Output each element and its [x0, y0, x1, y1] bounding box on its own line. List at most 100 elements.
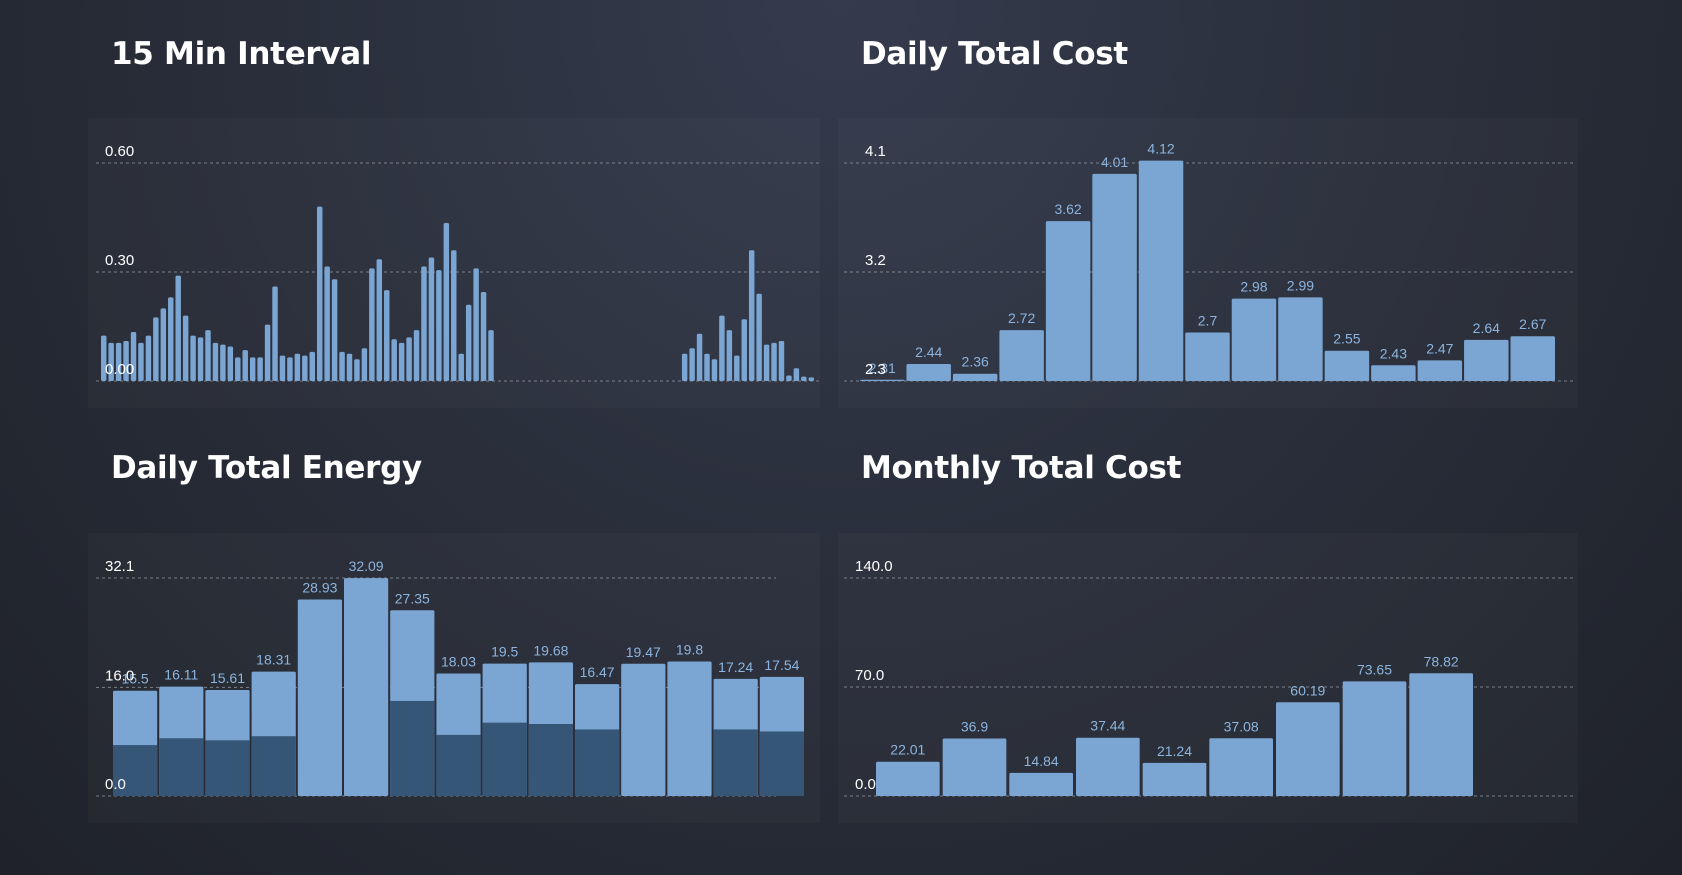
- bar-segment-dark: [528, 724, 573, 796]
- bar: [719, 315, 725, 381]
- bar-segment-dark: [251, 736, 296, 796]
- bar: [294, 353, 301, 381]
- data-label: 19.5: [491, 644, 518, 660]
- bar: [257, 357, 263, 381]
- bar: [1371, 365, 1416, 381]
- panel-title: Daily Total Cost: [861, 36, 1128, 72]
- y-tick-label: 0.60: [105, 143, 134, 160]
- data-label: 37.44: [1090, 718, 1125, 734]
- data-label: 16.11: [164, 667, 198, 683]
- bar-segment-dark: [575, 729, 620, 796]
- bar: [212, 342, 219, 381]
- bar: [1417, 360, 1463, 381]
- bar: [711, 359, 718, 381]
- bar: [793, 368, 800, 381]
- bar: [309, 351, 315, 381]
- bar: [168, 297, 174, 381]
- bar: [384, 290, 390, 381]
- bar: [480, 291, 487, 381]
- y-tick-label: 140.0: [855, 558, 893, 575]
- bar: [465, 304, 472, 381]
- bar: [1142, 762, 1207, 796]
- data-label: 2.72: [1008, 310, 1035, 326]
- daily-cost-chart: 2.312.442.362.723.624.014.122.72.98 2.992…: [844, 141, 1574, 382]
- bar-segment-dark: [759, 731, 804, 796]
- data-label: 2.99: [1287, 277, 1314, 293]
- bar: [428, 257, 435, 381]
- bar: [297, 599, 342, 796]
- y-tick-label: 70.0: [855, 667, 884, 684]
- bar: [287, 357, 293, 381]
- bar-segment-dark: [713, 729, 758, 796]
- bar: [160, 308, 167, 381]
- bar: [138, 342, 144, 381]
- bar-segment-dark: [205, 740, 250, 796]
- bar: [182, 315, 189, 381]
- bar: [197, 337, 204, 381]
- bar: [801, 376, 807, 381]
- bar: [235, 357, 241, 381]
- bar: [1464, 339, 1509, 381]
- y-tick-label: 3.2: [865, 252, 886, 269]
- bar: [741, 319, 747, 381]
- bar: [1409, 673, 1473, 796]
- data-label: 22.01: [890, 742, 925, 758]
- data-label: 16.47: [580, 664, 615, 680]
- y-tick-label: 0.0: [105, 776, 126, 793]
- bar: [778, 341, 785, 381]
- y-tick-label: 4.1: [865, 143, 886, 160]
- bar: [667, 661, 712, 796]
- bar: [1009, 772, 1073, 796]
- data-label: 2.7: [1198, 313, 1218, 329]
- data-label: 19.8: [676, 642, 703, 658]
- bar: [1209, 738, 1273, 796]
- data-label: 21.24: [1157, 743, 1192, 759]
- bar: [1342, 681, 1407, 796]
- bar: [398, 342, 405, 381]
- bar: [242, 350, 248, 381]
- data-label: 14.84: [1024, 753, 1059, 769]
- interval-chart: 0.60 0.30 0.00: [96, 143, 820, 382]
- data-label: 2.36: [962, 354, 989, 370]
- data-label: 2.43: [1380, 345, 1407, 361]
- data-label: 17.24: [718, 659, 753, 675]
- bar: [942, 738, 1007, 796]
- bar: [1278, 297, 1323, 381]
- bar: [999, 330, 1044, 381]
- bar: [190, 335, 196, 381]
- bar: [361, 348, 368, 381]
- bar: [451, 250, 457, 381]
- bar: [1324, 350, 1370, 381]
- data-label: 2.47: [1426, 340, 1453, 356]
- monthly-cost-chart: 22.01 36.9 14.84 37.44 21.24 37.08 60.19 73.65 7…: [844, 558, 1574, 797]
- data-label: 17.54: [764, 657, 799, 673]
- bar: [272, 286, 278, 381]
- bar: [906, 364, 951, 381]
- data-label: 15.61: [210, 670, 245, 686]
- data-label: 32.09: [349, 558, 384, 574]
- data-label: 37.08: [1224, 718, 1259, 734]
- bar: [346, 353, 353, 381]
- bar: [145, 335, 152, 381]
- bar: [376, 259, 383, 381]
- bar: [1092, 173, 1137, 381]
- data-label: 2.44: [915, 344, 942, 360]
- y-tick-label: 0.00: [105, 361, 134, 378]
- bar: [344, 578, 389, 796]
- bar: [1076, 737, 1140, 796]
- bar: [952, 373, 998, 381]
- bar: [205, 330, 211, 381]
- data-label: 2.98: [1240, 279, 1267, 295]
- bar: [734, 355, 740, 381]
- bar: [876, 761, 940, 796]
- data-label: 60.19: [1290, 682, 1325, 698]
- bar-segment-dark: [436, 734, 481, 796]
- panel-title: Daily Total Energy: [111, 450, 422, 486]
- data-label: 78.82: [1424, 653, 1459, 669]
- bar: [354, 359, 360, 381]
- bar: [227, 346, 234, 381]
- bar: [756, 293, 762, 381]
- bar: [316, 206, 323, 381]
- data-label: 2.67: [1519, 316, 1546, 332]
- bar: [1185, 332, 1230, 381]
